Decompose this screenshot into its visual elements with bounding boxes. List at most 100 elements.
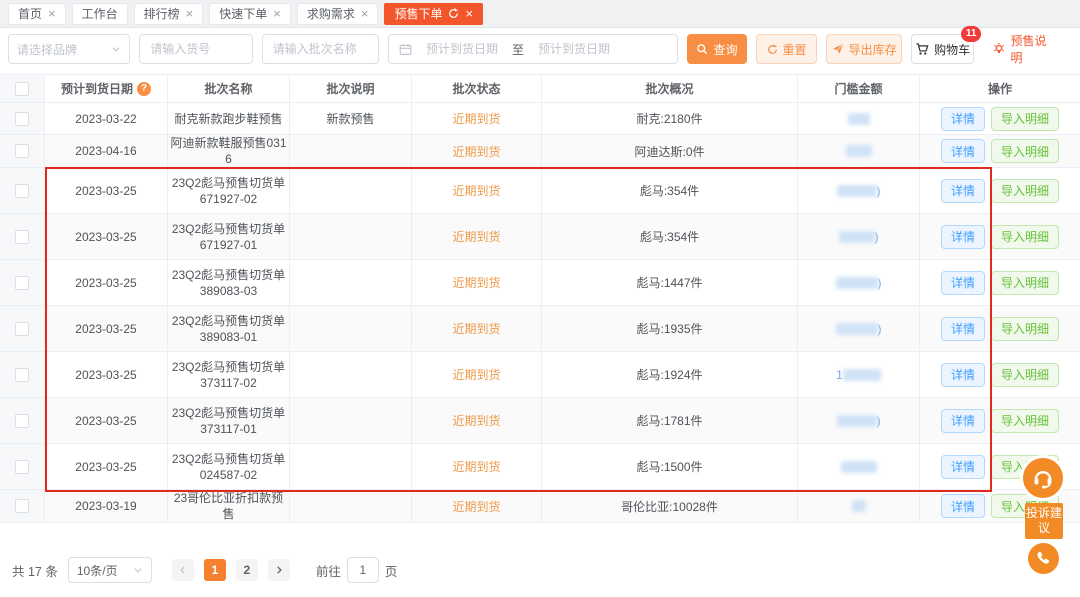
cell-name: 23Q2彪马预售切货单373117-01 (168, 398, 290, 443)
row-checkbox[interactable] (15, 460, 29, 474)
brand-select[interactable]: 请选择品牌 (8, 34, 130, 64)
reset-button[interactable]: 重置 (756, 34, 818, 64)
cell-amount: ) (798, 168, 920, 213)
close-icon[interactable]: × (48, 7, 56, 20)
import-detail-button[interactable]: 导入明细 (991, 317, 1059, 341)
cell-name: 23Q2彪马预售切货单389083-03 (168, 260, 290, 305)
detail-button[interactable]: 详情 (941, 179, 985, 203)
col-header-name: 批次名称 (168, 75, 290, 102)
cell-amount (798, 135, 920, 167)
cell-status: 近期到货 (452, 228, 500, 245)
detail-button[interactable]: 详情 (941, 271, 985, 295)
masked-amount (846, 145, 872, 157)
col-header-desc: 批次说明 (290, 75, 412, 102)
batch-name-field[interactable] (273, 42, 368, 56)
prev-page-button[interactable] (172, 559, 194, 581)
brand-select-placeholder: 请选择品牌 (17, 41, 77, 58)
cell-overview: 彪马:354件 (542, 168, 798, 213)
tab-home[interactable]: 首页× (8, 3, 66, 25)
date-end-field[interactable] (532, 42, 616, 56)
detail-button[interactable]: 详情 (941, 225, 985, 249)
row-checkbox[interactable] (15, 184, 29, 198)
table-row: 2023-03-22 耐克新款跑步鞋预售 新款预售 近期到货 耐克:2180件 … (0, 103, 1080, 135)
tab-workbench[interactable]: 工作台 (72, 3, 128, 25)
detail-button[interactable]: 详情 (941, 139, 985, 163)
tab-purchase-demand[interactable]: 求购需求× (297, 3, 379, 25)
import-detail-button[interactable]: 导入明细 (991, 139, 1059, 163)
close-icon[interactable]: × (273, 7, 281, 20)
cell-overview: 哥伦比亚:10028件 (542, 490, 798, 522)
import-detail-button[interactable]: 导入明细 (991, 409, 1059, 433)
tab-ranking[interactable]: 排行榜× (134, 3, 204, 25)
chevron-down-icon (111, 44, 121, 54)
cell-date: 2023-03-19 (45, 490, 168, 522)
detail-button[interactable]: 详情 (941, 363, 985, 387)
row-checkbox[interactable] (15, 414, 29, 428)
detail-button[interactable]: 详情 (941, 455, 985, 479)
close-icon[interactable]: × (361, 7, 369, 20)
detail-button[interactable]: 详情 (941, 317, 985, 341)
chevron-down-icon (133, 565, 143, 575)
cell-overview: 彪马:1447件 (542, 260, 798, 305)
masked-amount (848, 113, 870, 125)
import-detail-button[interactable]: 导入明细 (991, 363, 1059, 387)
refresh-icon (767, 44, 778, 55)
item-no-field-wrap (139, 34, 252, 64)
cell-status: 近期到货 (452, 458, 500, 475)
table-row: 2023-03-25 23Q2彪马预售切货单024587-02 近期到货 彪马:… (0, 444, 1080, 490)
row-checkbox[interactable] (15, 368, 29, 382)
cell-date: 2023-03-25 (45, 168, 168, 213)
complaint-suggestion-button[interactable]: 投诉建议 (1025, 503, 1063, 539)
phone-contact-button[interactable] (1028, 543, 1059, 574)
next-page-button[interactable] (268, 559, 290, 581)
row-checkbox[interactable] (15, 144, 29, 158)
page-unit-label: 页 (385, 561, 398, 580)
goto-page-input[interactable] (347, 557, 379, 583)
page: 首页× 工作台 排行榜× 快速下单× 求购需求× 预售下单 × 请选择品牌 至 (0, 0, 1080, 597)
export-stock-button-label: 导出库存 (849, 41, 897, 58)
select-all-checkbox[interactable] (15, 82, 29, 96)
cell-date: 2023-03-25 (45, 214, 168, 259)
date-range-picker[interactable]: 至 (388, 34, 678, 64)
page-button-2[interactable]: 2 (236, 559, 258, 581)
help-icon[interactable]: ? (137, 82, 151, 96)
row-checkbox[interactable] (15, 276, 29, 290)
search-button[interactable]: 查询 (687, 34, 747, 64)
amount-suffix: ) (875, 230, 879, 244)
detail-button[interactable]: 详情 (941, 409, 985, 433)
cell-desc (290, 260, 412, 305)
tab-presale-order[interactable]: 预售下单 × (384, 3, 483, 25)
table-row: 2023-03-25 23Q2彪马预售切货单373117-02 近期到货 彪马:… (0, 352, 1080, 398)
row-checkbox[interactable] (15, 230, 29, 244)
close-icon[interactable]: × (186, 7, 194, 20)
cell-amount (798, 103, 920, 134)
import-detail-button[interactable]: 导入明细 (991, 225, 1059, 249)
bulb-icon (992, 42, 1006, 56)
cart-button-label: 购物车 (934, 41, 970, 58)
import-detail-button[interactable]: 导入明细 (991, 107, 1059, 131)
detail-button[interactable]: 详情 (941, 107, 985, 131)
row-checkbox[interactable] (15, 499, 29, 513)
refresh-icon[interactable] (448, 8, 459, 19)
row-checkbox[interactable] (15, 322, 29, 336)
item-no-field[interactable] (150, 42, 241, 56)
export-stock-button[interactable]: 导出库存 (826, 34, 902, 64)
cell-desc (290, 444, 412, 489)
detail-button[interactable]: 详情 (941, 494, 985, 518)
col-header-date-label: 预计到货日期 (61, 80, 133, 97)
page-button-1[interactable]: 1 (204, 559, 226, 581)
row-checkbox[interactable] (15, 112, 29, 126)
cart-button[interactable]: 购物车 11 (911, 34, 975, 64)
cell-amount (798, 444, 920, 489)
table-row: 2023-03-19 23哥伦比亚折扣款预售 近期到货 哥伦比亚:10028件 … (0, 490, 1080, 523)
col-header-overview: 批次概况 (542, 75, 798, 102)
masked-amount (843, 369, 881, 381)
import-detail-button[interactable]: 导入明细 (991, 271, 1059, 295)
tab-quick-order[interactable]: 快速下单× (209, 3, 291, 25)
date-start-field[interactable] (420, 42, 504, 56)
close-icon[interactable]: × (465, 7, 473, 20)
import-detail-button[interactable]: 导入明细 (991, 179, 1059, 203)
page-size-select[interactable]: 10条/页 (68, 557, 152, 583)
customer-service-button[interactable] (1020, 455, 1066, 501)
presale-note-link[interactable]: 预售说明 (992, 32, 1058, 66)
